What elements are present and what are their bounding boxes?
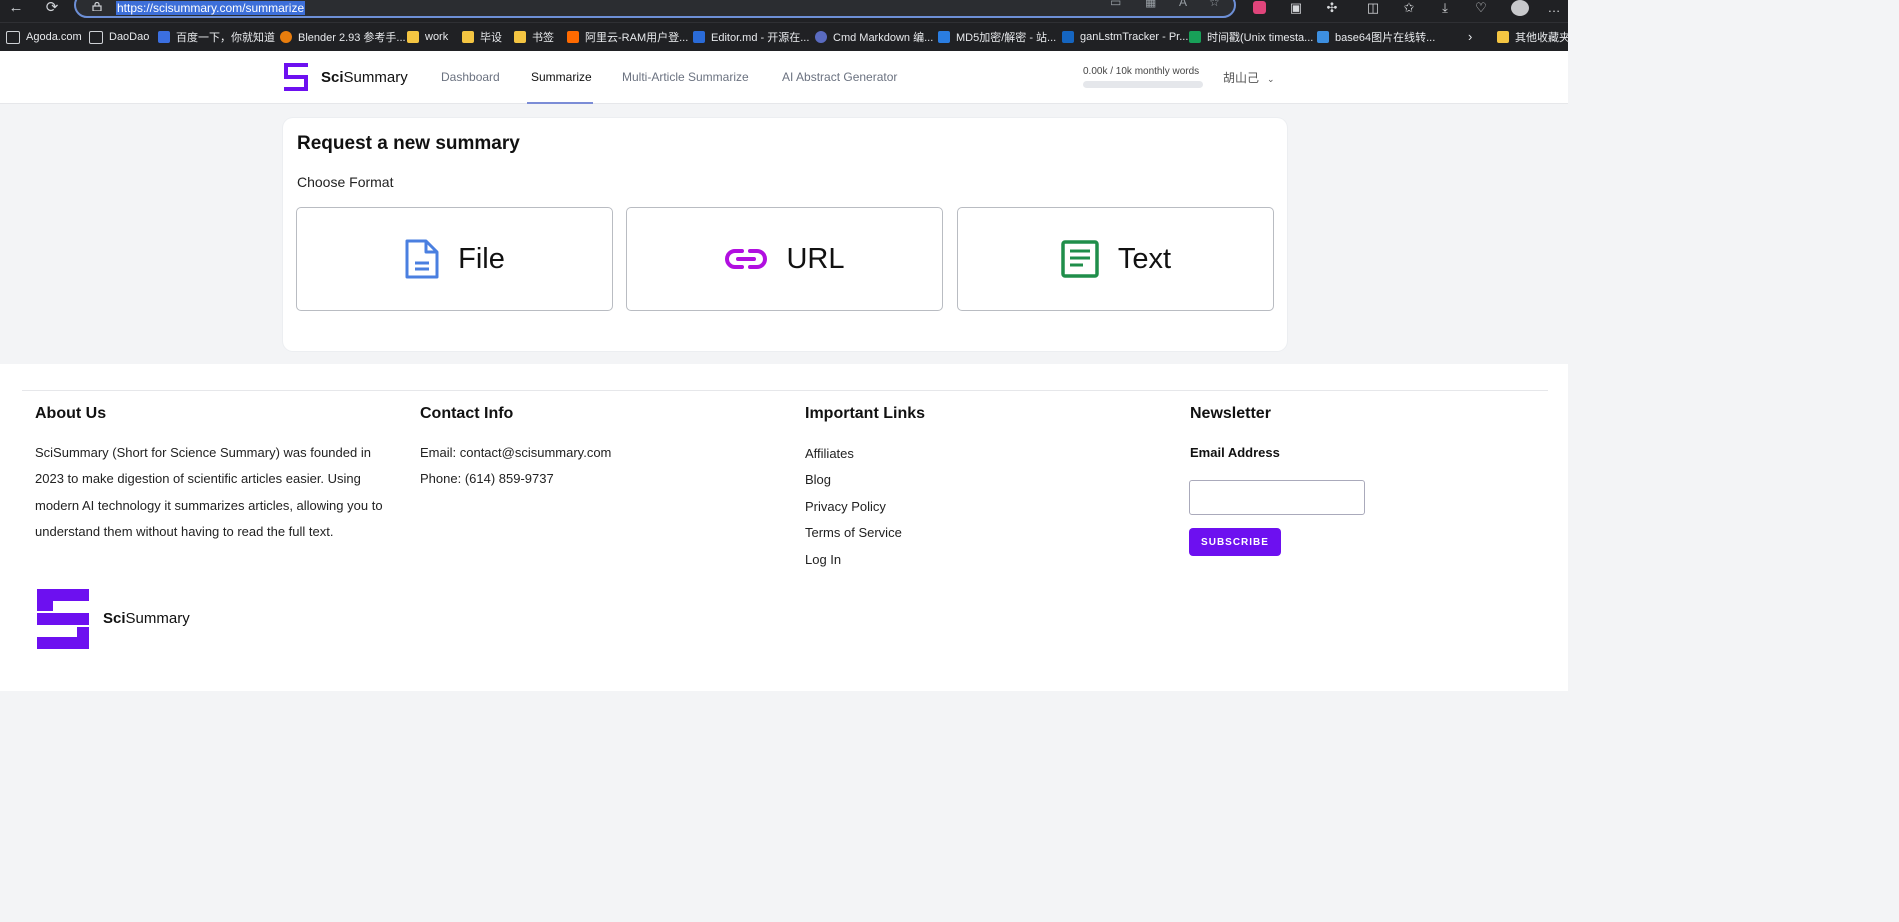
bookmark-item[interactable]: Editor.md - 开源在... <box>693 29 809 45</box>
page-icon <box>89 30 103 44</box>
format-url-button[interactable]: URL <box>626 207 943 311</box>
bookmark-item[interactable]: 其他收藏夹 <box>1497 29 1570 45</box>
url-text[interactable]: https://scisummary.com/summarize <box>116 1 306 15</box>
bookmark-item[interactable]: 时间戳(Unix timesta... <box>1189 29 1313 45</box>
nav-multi-article-summarize[interactable]: Multi-Article Summarize <box>622 70 749 84</box>
bookmark-item[interactable]: Blender 2.93 参考手... <box>280 29 406 45</box>
choose-format-label: Choose Format <box>297 174 394 190</box>
read-aloud-icon[interactable]: A <box>1179 0 1187 9</box>
bookmarks-bar: Agoda.com DaoDao 百度一下，你就知道 Blender 2.93 … <box>0 22 1570 51</box>
bookmark-item[interactable]: DaoDao <box>89 29 149 45</box>
bookmark-item[interactable]: Cmd Markdown 编... <box>815 29 933 45</box>
folder-icon <box>407 31 419 43</box>
base64-icon <box>1317 31 1329 43</box>
important-links-heading: Important Links <box>805 405 926 422</box>
timestamp-icon <box>1189 31 1201 43</box>
format-file-label: File <box>458 242 505 275</box>
on-icon <box>1062 31 1074 43</box>
link-terms-of-service[interactable]: Terms of Service <box>805 525 902 540</box>
link-privacy-policy[interactable]: Privacy Policy <box>805 499 886 514</box>
app-available-icon[interactable]: ▭ <box>1110 0 1121 9</box>
bookmark-item[interactable]: ganLstmTracker - Pr... <box>1062 29 1188 45</box>
scisummary-logo-icon[interactable] <box>284 63 308 91</box>
text-document-icon <box>1061 240 1099 278</box>
bookmark-item[interactable]: base64图片在线转... <box>1317 29 1435 45</box>
link-icon <box>725 249 768 269</box>
about-us-heading: About Us <box>35 405 107 422</box>
format-url-label: URL <box>786 242 845 275</box>
extension-icon[interactable] <box>1253 1 1266 14</box>
page-icon <box>6 30 20 44</box>
media-icon[interactable]: ▣ <box>1287 0 1305 16</box>
subscribe-button[interactable]: SUBSCRIBE <box>1189 528 1281 556</box>
health-icon[interactable]: ♡ <box>1472 0 1490 16</box>
folder-icon <box>1497 31 1509 43</box>
bookmark-item[interactable]: 百度一下，你就知道 <box>158 29 275 45</box>
grid-icon[interactable]: ▦ <box>1145 0 1156 9</box>
bookmark-item[interactable]: 书签 <box>514 29 554 45</box>
more-menu-icon[interactable]: … <box>1545 0 1563 16</box>
folder-icon <box>514 31 526 43</box>
blender-icon <box>280 31 292 43</box>
footer-divider <box>22 390 1548 391</box>
bookmark-item[interactable]: 阿里云-RAM用户登... <box>567 29 688 45</box>
word-quota-label: 0.00k / 10k monthly words <box>1083 66 1200 77</box>
app-header: SciSummary Dashboard Summarize Multi-Art… <box>0 51 1568 104</box>
folder-icon <box>462 31 474 43</box>
lock-icon <box>92 2 102 11</box>
format-text-label: Text <box>1117 242 1172 275</box>
md5-icon <box>938 31 950 43</box>
browser-toolbar: ← ⟳ https://scisummary.com/summarize ▭ ▦… <box>0 0 1568 22</box>
cmd-markdown-icon <box>815 31 827 43</box>
file-icon <box>405 239 439 279</box>
link-affiliates[interactable]: Affiliates <box>805 446 854 461</box>
editormd-icon <box>693 31 705 43</box>
link-log-in[interactable]: Log In <box>805 552 841 567</box>
back-icon[interactable]: ← <box>6 0 26 16</box>
baidu-icon <box>158 31 170 43</box>
bookmark-item[interactable]: 毕设 <box>462 29 502 45</box>
nav-ai-abstract-generator[interactable]: AI Abstract Generator <box>782 70 897 84</box>
active-tab-indicator <box>527 102 593 104</box>
newsletter-heading: Newsletter <box>1190 405 1271 422</box>
bookmark-item[interactable]: Agoda.com <box>6 29 82 45</box>
format-file-button[interactable]: File <box>296 207 613 311</box>
download-icon[interactable]: ⤓ <box>1436 0 1454 16</box>
logo-text[interactable]: SciSummary <box>321 69 408 86</box>
contact-phone: Phone: (614) 859-9737 <box>420 471 554 486</box>
about-us-text: SciSummary (Short for Science Summary) w… <box>35 445 383 540</box>
user-menu[interactable]: 胡山己 ⌄ <box>1223 69 1275 86</box>
split-screen-icon[interactable]: ◫ <box>1364 0 1382 16</box>
word-quota-bar <box>1083 81 1203 88</box>
footer-logo-text: SciSummary <box>103 610 190 627</box>
page-title: Request a new summary <box>297 133 520 154</box>
favorites-icon[interactable]: ✩ <box>1400 0 1418 16</box>
newsletter-email-input[interactable] <box>1189 480 1365 515</box>
nav-summarize[interactable]: Summarize <box>531 70 592 84</box>
profile-avatar[interactable] <box>1511 0 1529 16</box>
contact-email: Email: contact@scisummary.com <box>420 445 612 460</box>
email-address-label: Email Address <box>1190 445 1280 460</box>
nav-dashboard[interactable]: Dashboard <box>441 70 500 84</box>
aliyun-icon <box>567 31 579 43</box>
bookmark-item[interactable]: work <box>407 29 448 45</box>
favorite-star-icon[interactable]: ☆ <box>1209 0 1220 9</box>
link-blog[interactable]: Blog <box>805 472 831 487</box>
bookmark-item[interactable]: MD5加密/解密 - 站... <box>938 29 1056 45</box>
chevron-down-icon: ⌄ <box>1267 74 1275 84</box>
scisummary-logo-icon <box>37 589 89 649</box>
reload-icon[interactable]: ⟳ <box>42 0 62 16</box>
puzzle-icon[interactable]: ✣ <box>1323 0 1341 16</box>
contact-info-heading: Contact Info <box>420 405 514 422</box>
address-bar[interactable]: https://scisummary.com/summarize ▭ ▦ A ☆ <box>74 0 1236 18</box>
chevron-right-icon[interactable]: › <box>1468 29 1472 44</box>
format-text-button[interactable]: Text <box>957 207 1274 311</box>
